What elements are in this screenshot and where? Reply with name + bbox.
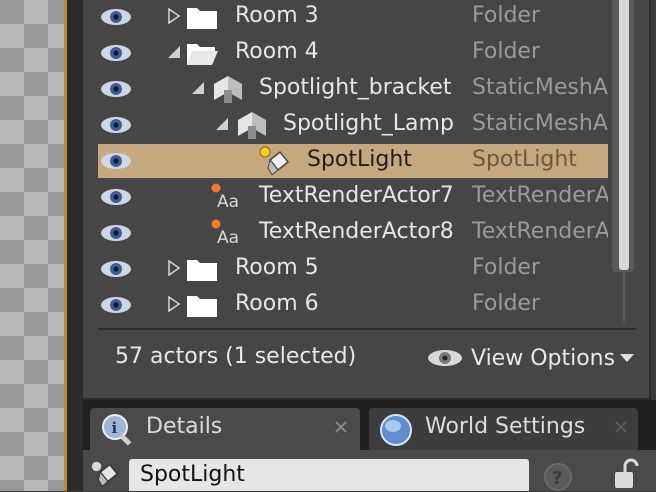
row-name: Room 3 <box>235 3 319 28</box>
folder-icon <box>187 260 217 281</box>
row-type: TextRenderA <box>472 183 608 208</box>
expanded-arrow-icon[interactable] <box>215 116 229 132</box>
scrollbar-thumb[interactable] <box>619 0 629 270</box>
eye-icon[interactable] <box>100 224 132 242</box>
svg-text:?: ? <box>552 468 562 489</box>
globe-icon <box>380 414 412 446</box>
svg-text:Aa: Aa <box>217 228 239 248</box>
outliner-row-spotlight-bracket[interactable]: Spotlight_bracket StaticMeshA <box>98 72 608 106</box>
panel-tabs: i Details World Settings <box>83 400 656 450</box>
view-options-label: View Options <box>471 345 616 371</box>
eye-icon[interactable] <box>100 8 132 26</box>
world-outliner: Room 3 Folder Room 4 Folder Spotlight_br… <box>83 0 651 400</box>
eye-icon <box>428 350 462 366</box>
text-render-icon: Aa <box>211 219 239 248</box>
chevron-down-icon <box>620 354 635 362</box>
expanded-arrow-icon[interactable] <box>191 80 205 96</box>
row-type: Folder <box>472 39 540 64</box>
row-type: StaticMeshA <box>472 111 608 136</box>
close-icon[interactable] <box>614 420 628 434</box>
row-type: SpotLight <box>472 147 577 172</box>
view-options-button[interactable]: View Options <box>427 342 635 374</box>
folder-icon <box>187 296 217 317</box>
collapsed-arrow-icon[interactable] <box>167 8 181 24</box>
folder-icon <box>187 8 217 29</box>
help-icon[interactable]: ? <box>543 462 573 492</box>
row-type: TextRenderA <box>472 219 608 244</box>
folder-open-icon <box>187 44 218 65</box>
close-icon[interactable] <box>334 420 348 434</box>
panel-gap <box>67 0 83 491</box>
outliner-row-spotlight-lamp[interactable]: Spotlight_Lamp StaticMeshA <box>98 108 608 142</box>
row-name: TextRenderActor8 <box>259 219 454 244</box>
eye-icon[interactable] <box>100 44 132 62</box>
collapsed-arrow-icon[interactable] <box>167 296 181 312</box>
row-name: Room 5 <box>235 255 319 280</box>
viewport-area[interactable] <box>0 0 64 491</box>
row-name: Spotlight_Lamp <box>283 111 454 136</box>
row-name: Room 4 <box>235 39 319 64</box>
row-name: Spotlight_bracket <box>259 75 452 100</box>
eye-icon[interactable] <box>100 116 132 134</box>
divider <box>98 328 636 330</box>
eye-icon[interactable] <box>100 152 132 170</box>
scrollbar-line <box>623 272 625 322</box>
tab-label: World Settings <box>425 414 586 439</box>
outliner-row-spotlight[interactable]: SpotLight SpotLight <box>98 144 608 178</box>
row-type: StaticMeshA <box>472 75 608 100</box>
row-name: Room 6 <box>235 291 319 316</box>
actor-name-field[interactable]: SpotLight <box>129 459 529 491</box>
actor-count-status: 57 actors (1 selected) <box>115 344 357 369</box>
spotlight-icon <box>91 461 119 487</box>
expanded-arrow-icon[interactable] <box>167 44 181 60</box>
tab-world-settings[interactable]: World Settings <box>369 408 638 450</box>
text-render-icon: Aa <box>211 183 239 212</box>
row-name: TextRenderActor7 <box>259 183 454 208</box>
collapsed-arrow-icon[interactable] <box>167 260 181 276</box>
eye-icon[interactable] <box>100 296 132 314</box>
details-header: SpotLight ? <box>83 450 656 491</box>
outliner-row-room-4[interactable]: Room 4 Folder <box>98 36 608 70</box>
outliner-row-textrenderactor8[interactable]: Aa TextRenderActor8 TextRenderA <box>98 216 608 250</box>
eye-icon[interactable] <box>100 260 132 278</box>
spotlight-icon <box>259 146 290 176</box>
lock-icon[interactable] <box>611 458 641 490</box>
row-type: Folder <box>472 291 540 316</box>
row-name: SpotLight <box>307 147 412 172</box>
eye-icon[interactable] <box>100 80 132 98</box>
svg-text:i: i <box>112 419 118 437</box>
tab-label: Details <box>146 414 223 439</box>
row-type: Folder <box>472 3 540 28</box>
tab-details[interactable]: i Details <box>90 408 360 450</box>
static-mesh-icon <box>214 76 242 103</box>
info-icon: i <box>102 414 132 446</box>
static-mesh-icon <box>238 112 266 139</box>
outliner-row-room-5[interactable]: Room 5 Folder <box>98 252 608 286</box>
outliner-tree: Room 3 Folder Room 4 Folder Spotlight_br… <box>98 0 608 318</box>
outliner-row-room-6[interactable]: Room 6 Folder <box>98 288 608 318</box>
outliner-row-textrenderactor7[interactable]: Aa TextRenderActor7 TextRenderA <box>98 180 608 214</box>
outliner-row-room-3[interactable]: Room 3 Folder <box>98 0 608 34</box>
svg-text:Aa: Aa <box>217 192 239 212</box>
eye-icon[interactable] <box>100 188 132 206</box>
row-type: Folder <box>472 255 540 280</box>
